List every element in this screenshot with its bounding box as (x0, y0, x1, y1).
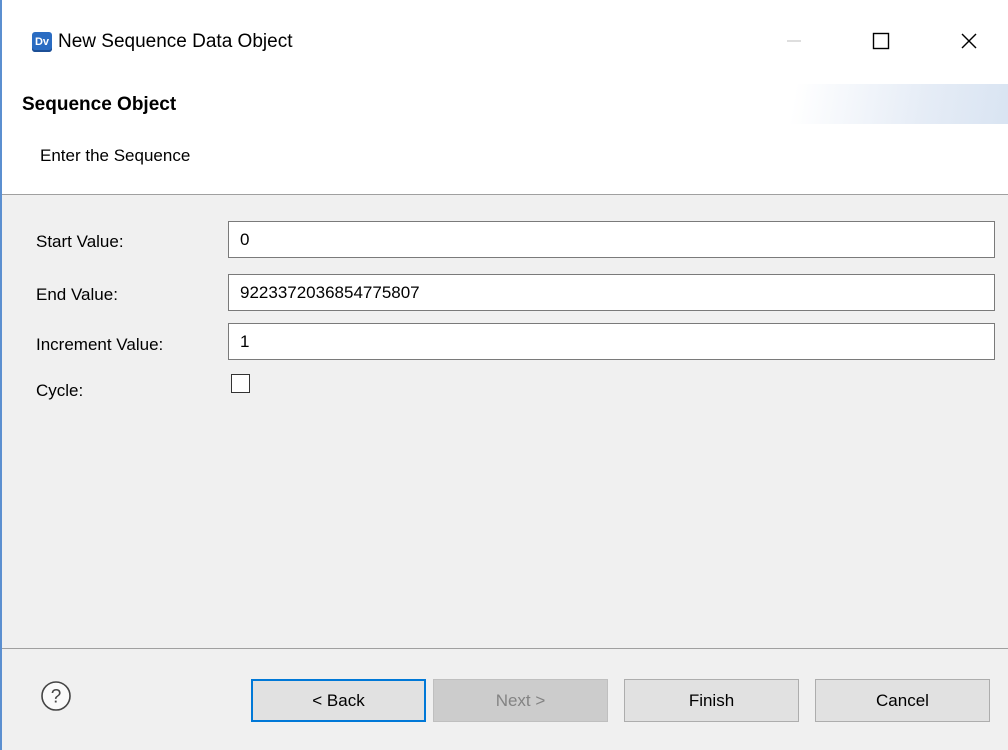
svg-text:?: ? (51, 687, 62, 708)
help-button[interactable]: ? (40, 680, 72, 712)
finish-button[interactable]: Finish (624, 679, 799, 722)
window-title: New Sequence Data Object (58, 31, 293, 52)
footer-separator (2, 648, 1008, 649)
dialog-window: Dv New Sequence Data Object Sequence Obj… (0, 0, 1008, 750)
close-icon (961, 33, 977, 49)
app-icon: Dv (32, 32, 52, 52)
increment-value-label: Increment Value: (36, 335, 164, 354)
cycle-checkbox[interactable] (231, 374, 250, 393)
help-icon: ? (41, 681, 71, 711)
wizard-header: Sequence Object Enter the Sequence (2, 84, 1008, 195)
title-bar: Dv New Sequence Data Object (2, 0, 1008, 84)
start-value-input[interactable] (228, 221, 995, 258)
cycle-label: Cycle: (36, 381, 84, 400)
header-banner (678, 84, 1008, 124)
page-title: Sequence Object (22, 94, 177, 115)
cancel-button[interactable]: Cancel (815, 679, 990, 722)
end-value-input[interactable] (228, 274, 995, 311)
close-button[interactable] (946, 18, 992, 64)
minimize-icon (787, 40, 801, 42)
increment-value-input[interactable] (228, 323, 995, 360)
start-value-label: Start Value: (36, 232, 124, 251)
next-button[interactable]: Next > (433, 679, 608, 722)
maximize-icon (872, 32, 890, 50)
page-description: Enter the Sequence (40, 146, 191, 165)
end-value-label: End Value: (36, 285, 118, 304)
maximize-button[interactable] (858, 18, 904, 64)
minimize-button[interactable] (771, 18, 817, 64)
back-button[interactable]: < Back (251, 679, 426, 722)
